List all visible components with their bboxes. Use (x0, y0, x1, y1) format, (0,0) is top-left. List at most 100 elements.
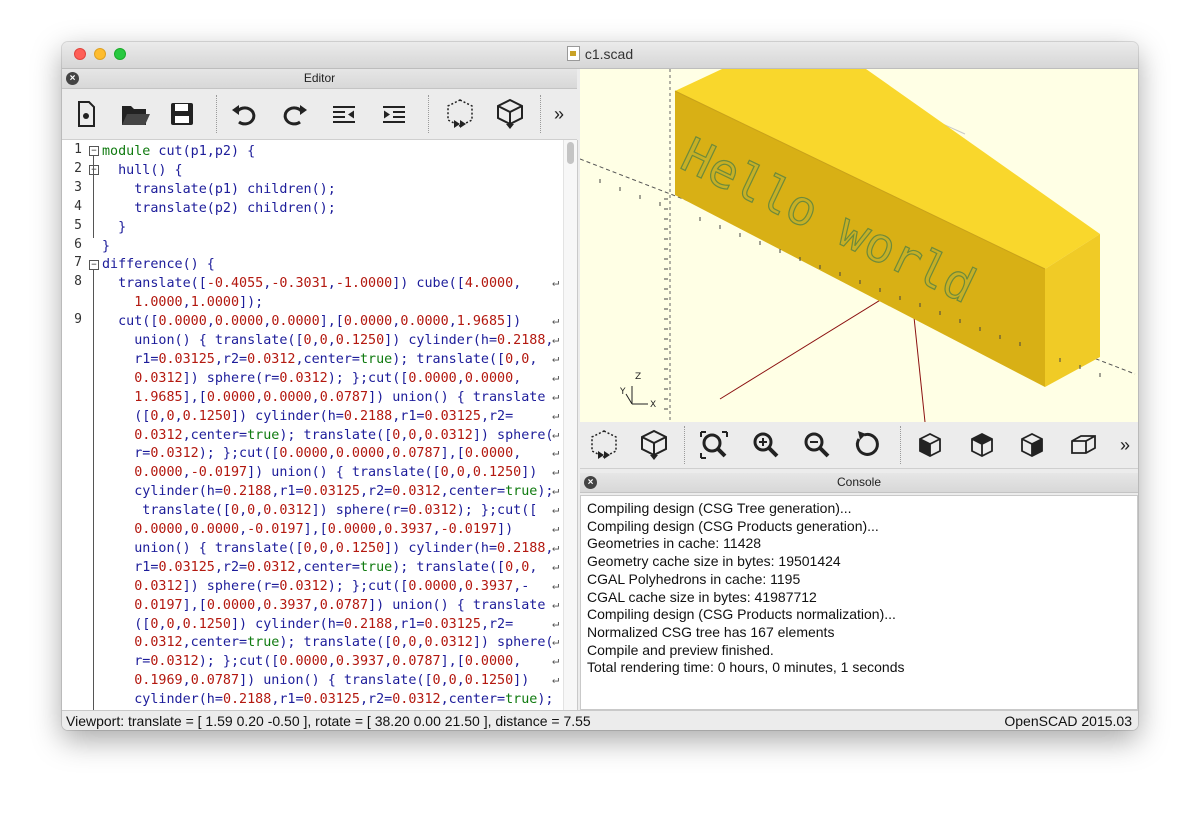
code-token: translate(p2) children(); (102, 200, 336, 216)
toolbar-overflow-button[interactable]: » (546, 96, 572, 132)
code-token: ,center= (295, 351, 361, 367)
code-token: 0.2188 (222, 484, 272, 500)
code-token: ]) cylinder(h= (384, 333, 498, 348)
code-token: 0.03125 (158, 351, 215, 367)
code-token: cut(p1,p2) { (150, 144, 256, 159)
view-top-button[interactable] (964, 427, 1000, 463)
unindent-button[interactable] (326, 96, 362, 132)
code-token: 0.0312 (150, 654, 199, 670)
console-line: CGAL cache size in bytes: 41987712 (587, 588, 817, 605)
code-line: 0.0197],[0.0000,0.3937,0.0787]) union() … (102, 596, 545, 615)
code-token: 0.0000 (464, 446, 514, 462)
undo-icon (232, 105, 256, 126)
code-token: 0.03125 (303, 692, 360, 708)
code-token: 0.3937 (263, 597, 312, 613)
console-line: Geometries in cache: 11428 (587, 535, 762, 552)
wrap-indicator-icon: ↵ (552, 369, 560, 384)
fold-marker[interactable]: − (89, 146, 99, 156)
code-line: translate(p2) children(); (102, 199, 336, 218)
render-button[interactable] (636, 427, 672, 463)
undo-button[interactable] (227, 96, 263, 132)
code-line: cut([0.0000,0.0000,0.0000],[0.0000,0.000… (102, 312, 521, 331)
wrap-indicator-icon: ↵ (552, 672, 560, 687)
preview-cube-icon (447, 99, 473, 128)
preview-button[interactable] (586, 427, 622, 463)
wrap-indicator-icon: ↵ (552, 502, 560, 517)
code-token: 0.0000 (206, 597, 256, 613)
code-token: 0.03125 (424, 616, 481, 632)
code-token: ,center= (440, 692, 506, 708)
app-window: c1.scad × Editor » 1 2 3 4 5 6 7 8 9 mod… (62, 42, 1138, 730)
code-token: 0 (440, 465, 449, 481)
console-output[interactable]: Compiling design (CSG Tree generation)..… (580, 495, 1138, 710)
code-token: ]) cylinder(h= (231, 408, 344, 424)
code-token: ]) sphere( (472, 427, 554, 443)
view-bottom-button[interactable] (1014, 427, 1050, 463)
redo-button[interactable] (276, 96, 312, 132)
zoom-in-button[interactable] (748, 427, 784, 463)
reset-view-button[interactable] (850, 427, 886, 463)
editor-scrollbar-thumb[interactable] (567, 142, 574, 164)
line-number: 4 (74, 198, 82, 214)
code-token: 0.1250 (182, 408, 231, 424)
code-token: ,r2= (214, 559, 248, 575)
code-token: ); translate([ (392, 351, 506, 367)
code-token: 0 (456, 465, 465, 481)
save-icon (171, 103, 193, 125)
view-right-button[interactable] (912, 427, 948, 463)
wrap-indicator-icon: ↵ (552, 407, 560, 422)
code-token: true (360, 351, 393, 367)
code-token: ]) union() { translate (368, 389, 546, 405)
indent-button[interactable] (376, 96, 412, 132)
code-token: union() { translate([ (102, 333, 304, 348)
code-token: ],[ (303, 522, 328, 537)
wrap-indicator-icon: ↵ (552, 596, 560, 611)
code-token: 0.1250 (335, 540, 385, 556)
render-button[interactable] (492, 96, 528, 132)
editor-scrollbar[interactable] (563, 140, 577, 710)
zoom-out-button[interactable] (799, 427, 835, 463)
code-token: 0.2188 (497, 540, 546, 556)
code-token: ],[ (440, 654, 465, 670)
fold-marker[interactable]: − (89, 260, 99, 270)
code-token: ,center= (182, 635, 248, 651)
save-button[interactable] (164, 96, 200, 132)
code-line: 0.0312]) sphere(r=0.0312); };cut([0.0000… (102, 577, 529, 596)
code-editor[interactable]: 1 2 3 4 5 6 7 8 9 module cut(p1,p2) { hull() { t… (62, 140, 578, 710)
version-label: OpenSCAD 2015.03 (1004, 713, 1132, 729)
axis-indicator-label: Y (619, 387, 626, 397)
code-token: -0.0197 (190, 465, 248, 481)
code-line: translate([-0.4055,-0.3031,-1.0000]) cub… (102, 274, 521, 293)
redo-icon (283, 105, 307, 126)
code-token: 0.1250 (335, 333, 385, 348)
open-file-button[interactable] (116, 96, 152, 132)
code-line: } (102, 237, 110, 256)
3d-viewport[interactable]: Hello world Z X Y (580, 69, 1138, 422)
code-token: 0 (303, 540, 312, 556)
view-left-button[interactable] (1066, 427, 1102, 463)
code-token: 0.0787 (319, 389, 369, 405)
viewport-toolbar-overflow-button[interactable]: » (1112, 427, 1138, 463)
code-token: ]); (239, 295, 264, 311)
new-file-button[interactable] (68, 96, 104, 132)
code-line: union() { translate([0,0,0.1250]) cylind… (102, 539, 553, 558)
code-token: , (311, 333, 320, 348)
console-close-icon[interactable]: × (584, 476, 597, 489)
code-token: true (247, 635, 280, 651)
line-number: 3 (74, 179, 82, 195)
fold-line (93, 175, 95, 225)
code-token: 1.9685 (134, 389, 183, 405)
console-panel: × Console Compiling design (CSG Tree gen… (580, 473, 1138, 710)
code-token: 0 (432, 673, 441, 689)
console-line: CGAL Polyhedrons in cache: 1195 (587, 570, 801, 587)
editor-close-icon[interactable]: × (66, 72, 79, 85)
view-all-button[interactable] (696, 427, 732, 463)
code-token: } (102, 219, 127, 235)
code-line: 0.0312,center=true); translate([0,0,0.03… (102, 426, 554, 445)
code-token: ]) sphere(r= (182, 578, 280, 594)
preview-button[interactable] (442, 96, 478, 132)
code-token: , (529, 559, 538, 575)
code-token: , (239, 503, 248, 519)
